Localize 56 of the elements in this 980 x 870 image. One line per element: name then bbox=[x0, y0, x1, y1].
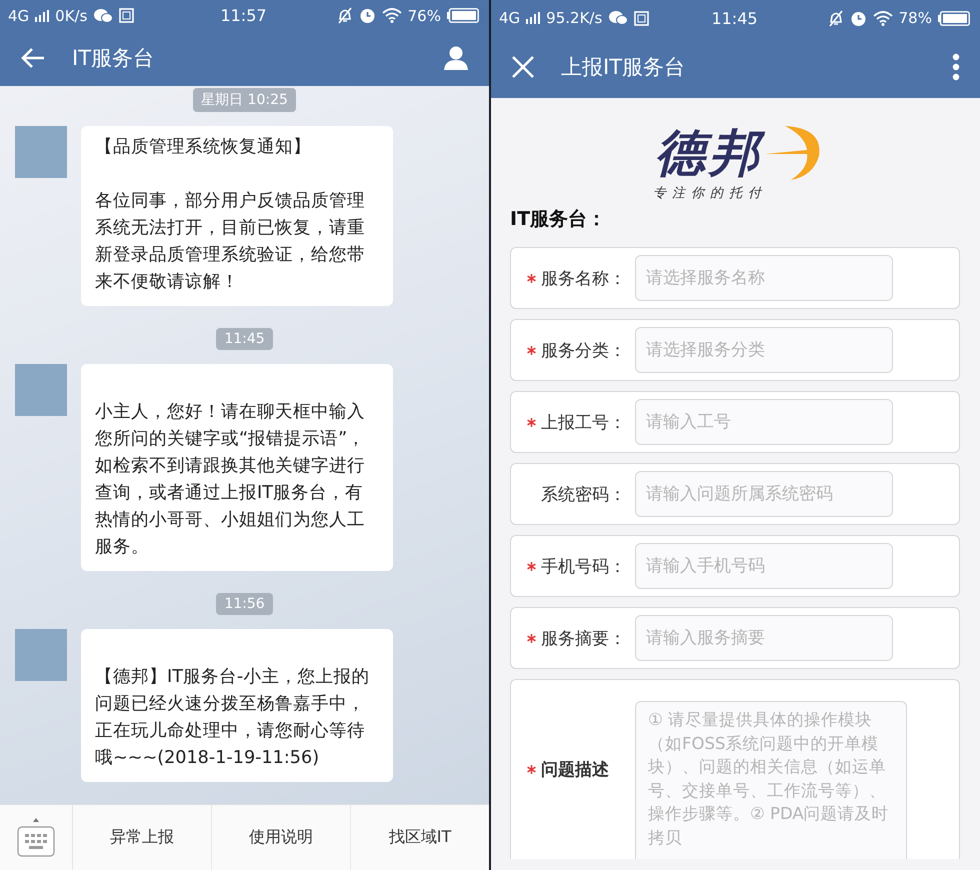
battery-icon bbox=[938, 10, 970, 26]
message-text: 各位同事，部分用户反馈品质管理系统无法打开，目前已恢复，请重新登录品质管理系统验证，给您带来不便敬请谅解！ bbox=[95, 190, 366, 294]
back-arrow-icon[interactable] bbox=[20, 47, 46, 70]
input-field[interactable]: 请输入工号 bbox=[635, 399, 893, 445]
field-label: 手机号码： bbox=[541, 556, 627, 578]
network-type: 4G bbox=[8, 6, 30, 25]
profile-icon[interactable] bbox=[443, 45, 469, 72]
network-speed: 0K/s bbox=[55, 6, 88, 25]
alarm-icon bbox=[358, 7, 376, 24]
close-icon[interactable] bbox=[511, 55, 535, 79]
input-field[interactable]: 请输入服务摘要 bbox=[635, 615, 893, 661]
field-label: 问题描述 bbox=[541, 759, 610, 781]
input-field[interactable]: 请输入问题所属系统密码 bbox=[635, 471, 893, 517]
mute-bell-icon bbox=[336, 7, 353, 24]
avatar-photo-placeholder bbox=[15, 628, 67, 681]
signal-icon bbox=[526, 12, 540, 24]
s-app-icon bbox=[634, 10, 650, 26]
signal-icon bbox=[35, 10, 50, 22]
input-field[interactable]: 请输入手机号码 bbox=[635, 543, 893, 589]
field-label: 服务名称： bbox=[541, 268, 627, 290]
alarm-icon bbox=[850, 10, 867, 26]
keyboard-icon[interactable] bbox=[17, 817, 55, 858]
network-type: 4G bbox=[499, 9, 520, 27]
message-text: 【德邦】IT服务台-小主，您上报的问题已经火速分拨至杨鲁嘉手中，正在玩儿命处理中，请您耐心等待哦~~~(2018-1-19-11:56) bbox=[95, 666, 370, 770]
wifi-icon bbox=[382, 8, 402, 24]
field-label: 上报工号： bbox=[541, 412, 627, 434]
battery-icon bbox=[446, 8, 479, 24]
mute-bell-icon bbox=[828, 10, 844, 26]
clock: 11:45 bbox=[711, 8, 758, 28]
field-label: 系统密码： bbox=[541, 484, 627, 506]
chat-bubbles-icon bbox=[93, 8, 114, 24]
message-heading: 【品质管理系统恢复通知】 bbox=[95, 136, 312, 159]
input-field[interactable]: 请选择服务分类 bbox=[635, 327, 893, 373]
chat-bubbles-icon bbox=[608, 10, 628, 26]
field-label: 服务分类： bbox=[541, 340, 627, 362]
more-menu-icon[interactable] bbox=[952, 53, 960, 81]
logo-slogan: 专注你的托付 bbox=[653, 185, 767, 202]
timestamp: 11:45 bbox=[216, 328, 273, 350]
header-title: IT服务台 bbox=[72, 45, 154, 72]
message-text: 小主人，您好！请在聊天框中输入您所问的关键字或“报错提示语”，如检索不到请跟换其他关键字进行查询，或者通过上报IT服务台，有热情的小哥哥、小姐姐们为您人工服务。 bbox=[95, 400, 366, 559]
s-app-icon bbox=[119, 8, 134, 24]
header-title: 上报IT服务台 bbox=[561, 54, 686, 81]
timestamp: 星期日 10:25 bbox=[193, 88, 296, 112]
battery-percent: 78% bbox=[898, 9, 932, 27]
avatar-photo-placeholder bbox=[15, 126, 67, 178]
field-label: 服务摘要： bbox=[541, 628, 627, 650]
battery-percent: 76% bbox=[408, 6, 441, 25]
input-field[interactable]: 请选择服务名称 bbox=[635, 255, 893, 301]
network-speed: 95.2K/s bbox=[546, 9, 602, 27]
avatar-photo-placeholder bbox=[15, 364, 67, 416]
logo-wordmark: 德邦 bbox=[655, 124, 763, 182]
timestamp: 11:56 bbox=[216, 592, 273, 615]
clock: 11:57 bbox=[220, 6, 267, 26]
wifi-icon bbox=[872, 10, 893, 26]
text-area[interactable]: ① 请尽量提供具体的操作模块（如FOSS系统问题中的开单模块）、问题的相关信息（如运单号、交接单号、工作流号等）、操作步骤等。② PDA问题请及时拷贝 bbox=[635, 701, 907, 859]
section-title: IT服务台： bbox=[510, 207, 608, 232]
